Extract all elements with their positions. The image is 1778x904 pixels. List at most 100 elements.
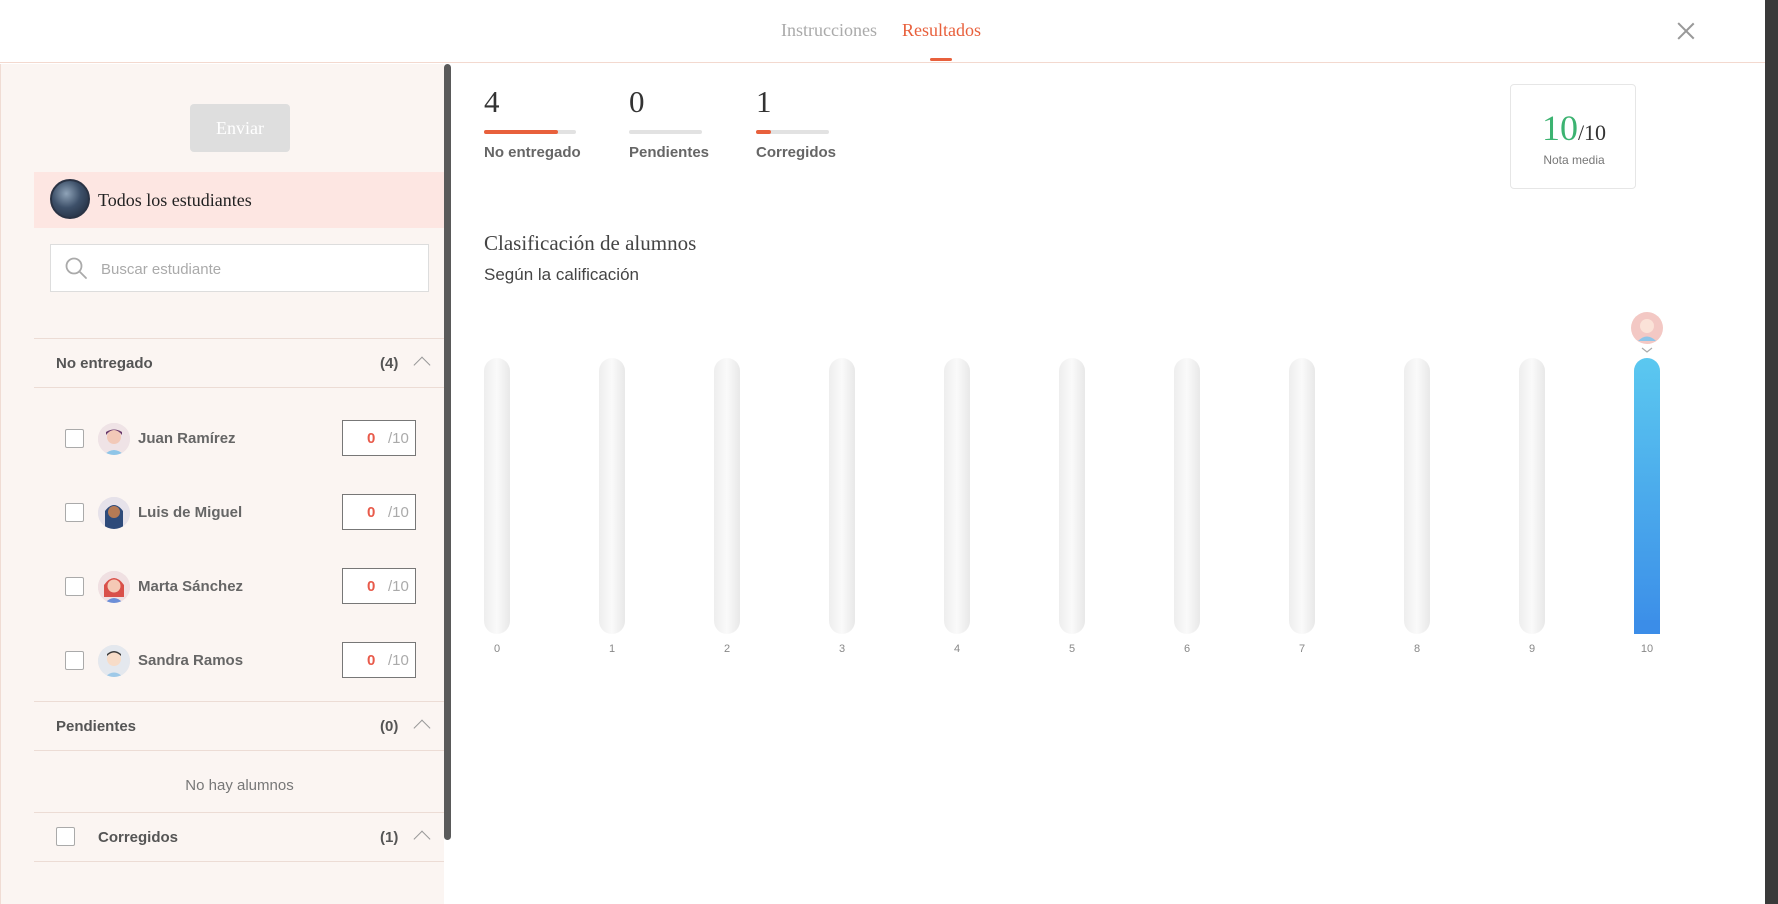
x-tick-label: 9 (1529, 643, 1535, 655)
grade-value: 0 (367, 578, 376, 595)
section-checkbox[interactable] (56, 827, 75, 846)
average-max: /10 (1577, 120, 1607, 145)
tab-instrucciones[interactable]: Instrucciones (781, 20, 877, 41)
student-sidebar: Enviar Todos los estudiantes No entregad… (0, 64, 444, 904)
section-count: (4) (380, 355, 399, 372)
stat-value: 4 (484, 84, 500, 119)
student-checkbox[interactable] (65, 429, 84, 448)
bar-grade-10[interactable] (1634, 358, 1660, 634)
x-tick-label: 5 (1069, 643, 1075, 655)
student-row: Luis de Miguel 0 /10 (34, 475, 444, 549)
chevron-up-icon[interactable] (413, 356, 431, 374)
bar-track (1519, 358, 1545, 634)
bar-track (1404, 358, 1430, 634)
student-row: Sandra Ramos 0 /10 (34, 623, 444, 697)
x-tick-label: 0 (494, 643, 500, 655)
student-avatar-icon (98, 423, 130, 455)
active-tab-indicator (930, 58, 952, 61)
grade-input[interactable]: 0 /10 (342, 642, 416, 678)
grade-distribution-chart: 0 1 2 3 4 5 6 7 8 9 10 (484, 312, 1663, 655)
bar-track (714, 358, 740, 634)
top-bar: Instrucciones Resultados (0, 0, 1765, 63)
chart-subtitle: Según la calificación (484, 265, 639, 284)
section-pendientes[interactable]: Pendientes (0) (34, 701, 444, 751)
globe-avatar-icon (50, 179, 90, 219)
section-count: (1) (380, 829, 399, 846)
chevron-up-icon[interactable] (413, 830, 431, 848)
average-label: Nota media (1543, 153, 1605, 167)
chevron-up-icon[interactable] (413, 719, 431, 737)
student-avatar-icon (98, 571, 130, 603)
section-title: Corregidos (98, 829, 179, 846)
x-tick-label: 10 (1641, 643, 1653, 655)
student-checkbox[interactable] (65, 651, 84, 670)
student-name: Juan Ramírez (138, 430, 236, 447)
chart-title: Clasificación de alumnos (484, 231, 697, 255)
section-title: Pendientes (56, 718, 137, 735)
empty-message: No hay alumnos (185, 777, 294, 794)
average-grade-card: 10/10 Nota media (1510, 84, 1636, 189)
send-button[interactable]: Enviar (190, 104, 290, 152)
student-name: Sandra Ramos (138, 652, 244, 669)
stat-label: No entregado (484, 144, 581, 161)
stat-corregidos: 1 Corregidos (756, 84, 836, 161)
stat-label: Corregidos (756, 144, 837, 161)
grade-value: 0 (367, 504, 376, 521)
grade-input[interactable]: 0 /10 (342, 420, 416, 456)
stat-no-entregado: 4 No entregado (484, 84, 581, 161)
stat-label: Pendientes (629, 144, 710, 161)
grade-input[interactable]: 0 /10 (342, 568, 416, 604)
section-corregidos[interactable]: Corregidos (1) (34, 812, 444, 862)
all-students-item[interactable]: Todos los estudiantes (34, 172, 444, 228)
grade-input[interactable]: 0 /10 (342, 494, 416, 530)
grade-value: 0 (367, 430, 376, 447)
sidebar-scrollbar[interactable] (444, 64, 451, 840)
stat-progress-fill (484, 130, 558, 134)
bar-track (829, 358, 855, 634)
student-marker-avatar-icon[interactable] (1631, 312, 1663, 344)
x-tick-label: 4 (954, 643, 960, 655)
grade-max: /10 (388, 430, 409, 447)
bar-track (1174, 358, 1200, 634)
section-no-entregado[interactable]: No entregado (4) (34, 338, 444, 388)
student-checkbox[interactable] (65, 577, 84, 596)
section-count: (0) (380, 718, 399, 735)
chevron-down-icon (1641, 347, 1653, 353)
student-checkbox[interactable] (65, 503, 84, 522)
grade-max: /10 (388, 504, 409, 521)
student-row: Marta Sánchez 0 /10 (34, 549, 444, 623)
grade-max: /10 (388, 652, 409, 669)
student-name: Luis de Miguel (138, 504, 243, 521)
search-input[interactable] (101, 257, 411, 281)
x-tick-label: 8 (1414, 643, 1420, 655)
bar-track (1059, 358, 1085, 634)
close-icon[interactable] (1675, 20, 1697, 42)
section-title: No entregado (56, 355, 153, 372)
student-avatar-icon (98, 645, 130, 677)
x-tick-label: 7 (1299, 643, 1305, 655)
tab-resultados[interactable]: Resultados (902, 20, 981, 41)
x-tick-label: 3 (839, 643, 845, 655)
grade-max: /10 (388, 578, 409, 595)
all-students-label: Todos los estudiantes (98, 190, 252, 210)
bar-track (944, 358, 970, 634)
stat-pendientes: 0 Pendientes (629, 84, 709, 161)
bar-track (1289, 358, 1315, 634)
stat-value: 1 (756, 84, 772, 119)
stat-progress-fill (756, 130, 771, 134)
stat-value: 0 (629, 84, 645, 119)
x-tick-label: 1 (609, 643, 615, 655)
student-row: Juan Ramírez 0 /10 (34, 401, 444, 475)
search-icon (65, 257, 87, 279)
stat-progress-bar (629, 130, 702, 134)
page-edge (1765, 0, 1778, 904)
grade-value: 0 (367, 652, 376, 669)
stat-progress-bar (756, 130, 829, 134)
stat-progress-bar (484, 130, 576, 134)
bar-base (1634, 620, 1660, 634)
x-tick-label: 2 (724, 643, 730, 655)
average-value: 10 (1541, 108, 1578, 148)
search-box (50, 244, 429, 292)
average-grade: 10/10 (1511, 107, 1637, 149)
bar-track (484, 358, 510, 634)
